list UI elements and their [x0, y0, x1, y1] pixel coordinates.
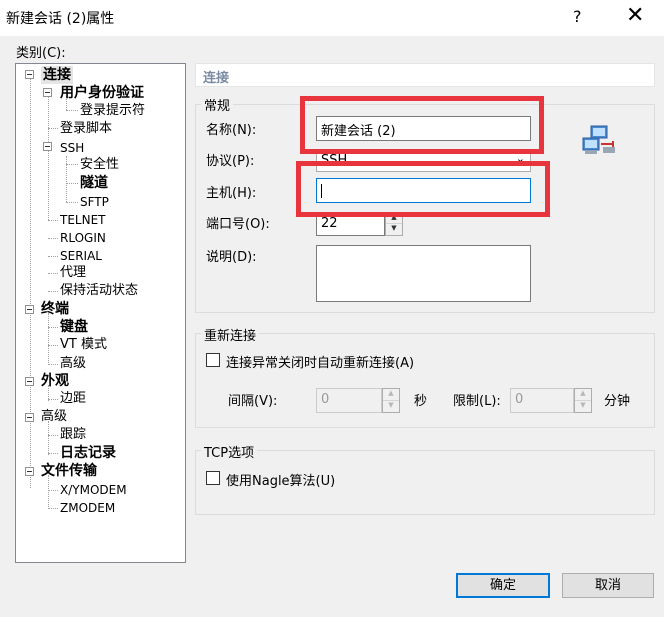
tree-item-log[interactable]: 日志记录 [60, 444, 116, 462]
spin-up-icon[interactable]: ▲ [383, 389, 399, 401]
title-bar: 新建会话 (2)属性 ? ✕ [0, 0, 664, 36]
reconnect-group-label: 重新连接 [201, 325, 260, 344]
tree-item-serial[interactable]: SERIAL [60, 247, 102, 265]
collapse-file-transfer-icon[interactable] [25, 467, 34, 476]
spin-down-icon[interactable]: ▼ [386, 224, 402, 235]
seconds-unit: 秒 [414, 394, 428, 409]
port-label: 端口号(O): [206, 217, 270, 232]
host-highlight-box [296, 161, 550, 217]
reconnect-group [195, 333, 655, 428]
tree-item-rlogin[interactable]: RLOGIN [60, 229, 106, 247]
category-tree[interactable]: 连接 用户身份验证 登录提示符 登录脚本 SSH 安全性 隧道 SFTP TEL… [15, 63, 186, 563]
nagle-checkbox[interactable] [206, 471, 220, 485]
tree-item-tunnel[interactable]: 隧道 [80, 174, 108, 192]
name-highlight-box [300, 96, 544, 154]
tree-item-connection[interactable]: 连接 [41, 66, 73, 84]
collapse-advanced-icon[interactable] [25, 413, 34, 422]
tree-item-keyboard[interactable]: 键盘 [60, 318, 88, 336]
interval-field[interactable]: 0 [316, 388, 382, 413]
panel-header-title: 连接 [203, 71, 230, 86]
tree-item-security[interactable]: 安全性 [80, 156, 119, 174]
description-field[interactable] [316, 245, 531, 302]
limit-spinner[interactable]: ▲ ▼ [574, 388, 592, 413]
ok-button[interactable]: 确定 [456, 573, 550, 598]
tree-item-ssh[interactable]: SSH [60, 139, 84, 157]
minutes-unit: 分钟 [604, 394, 631, 409]
cancel-button[interactable]: 取消 [562, 573, 654, 598]
protocol-label: 协议(P): [206, 154, 255, 169]
collapse-ssh-icon[interactable] [43, 142, 52, 151]
spin-down-icon[interactable]: ▼ [383, 401, 399, 413]
tree-item-login-script[interactable]: 登录脚本 [60, 120, 112, 138]
name-label: 名称(N): [206, 123, 257, 138]
tree-item-appearance[interactable]: 外观 [41, 372, 69, 390]
interval-label: 间隔(V): [228, 394, 278, 409]
window-title: 新建会话 (2)属性 [6, 11, 115, 27]
spin-up-icon[interactable]: ▲ [575, 389, 591, 401]
tree-item-trace[interactable]: 跟踪 [60, 426, 86, 444]
interval-spinner[interactable]: ▲ ▼ [382, 388, 400, 413]
collapse-connection-icon[interactable] [25, 70, 34, 79]
tree-item-proxy[interactable]: 代理 [60, 264, 86, 282]
close-button[interactable]: ✕ [626, 3, 644, 28]
tree-item-terminal-advanced[interactable]: 高级 [60, 355, 86, 373]
tree-item-keepalive[interactable]: 保持活动状态 [60, 282, 138, 300]
tree-item-terminal[interactable]: 终端 [41, 300, 69, 318]
host-label: 主机(H): [206, 186, 257, 201]
tree-item-advanced[interactable]: 高级 [41, 408, 67, 426]
collapse-auth-icon[interactable] [43, 88, 52, 97]
limit-field[interactable]: 0 [510, 388, 574, 413]
tcp-group-label: TCP选项 [201, 442, 258, 461]
general-group-label: 常规 [201, 95, 234, 114]
tree-item-margin[interactable]: 边距 [60, 390, 86, 408]
tree-item-zmodem[interactable]: ZMODEM [60, 499, 115, 517]
auto-reconnect-checkbox[interactable] [206, 353, 220, 367]
nagle-label[interactable]: 使用Nagle算法(U) [226, 470, 335, 489]
spin-down-icon[interactable]: ▼ [575, 401, 591, 413]
description-label: 说明(D): [206, 250, 257, 265]
tree-item-xymodem[interactable]: X/YMODEM [60, 481, 127, 499]
tree-item-vt-mode[interactable]: VT 模式 [60, 336, 107, 354]
panel-header: 连接 [195, 63, 655, 87]
collapse-terminal-icon[interactable] [25, 305, 34, 314]
tree-item-auth[interactable]: 用户身份验证 [60, 84, 144, 102]
tree-item-file-transfer[interactable]: 文件传输 [41, 462, 97, 480]
help-button[interactable]: ? [573, 7, 582, 26]
computer-network-icon [581, 125, 617, 157]
category-label: 类别(C): [16, 46, 66, 61]
auto-reconnect-label[interactable]: 连接异常关闭时自动重新连接(A) [226, 352, 414, 371]
tree-item-login-prompt[interactable]: 登录提示符 [80, 102, 145, 120]
tree-item-sftp[interactable]: SFTP [80, 193, 109, 211]
tree-item-telnet[interactable]: TELNET [60, 211, 106, 229]
limit-label: 限制(L): [453, 394, 501, 409]
collapse-appearance-icon[interactable] [25, 377, 34, 386]
